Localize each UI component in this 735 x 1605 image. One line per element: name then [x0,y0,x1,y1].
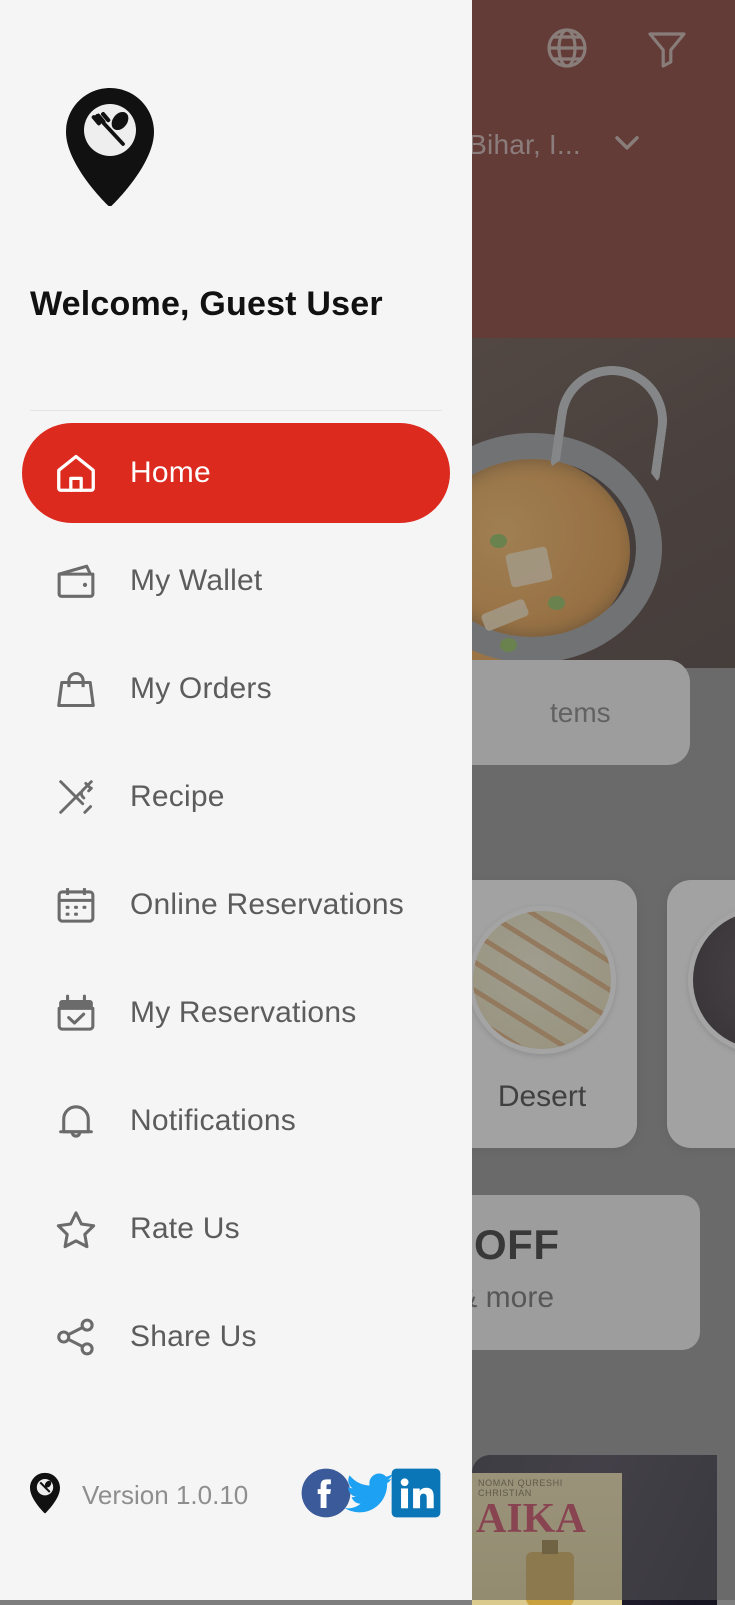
menu-item-label: My Reservations [130,996,357,1029]
wallet-icon [50,558,102,604]
menu-item-my-orders[interactable]: My Orders [22,639,450,739]
menu-item-share-us[interactable]: Share Us [22,1287,450,1387]
menu-item-home[interactable]: Home [22,423,450,523]
menu-item-my-reservations[interactable]: My Reservations [22,963,450,1063]
calendar-icon [50,882,102,928]
navigation-drawer: Welcome, Guest User Home My Wallet My Or… [0,0,472,1600]
menu-item-label: My Wallet [130,564,263,597]
drawer-footer: Version 1.0.10 [0,1467,472,1600]
cutlery-icon [50,774,102,820]
twitter-icon[interactable] [342,1467,396,1524]
welcome-greeting: Welcome, Guest User [30,285,383,323]
menu-item-label: My Orders [130,672,272,705]
drawer-menu: Home My Wallet My Orders Recipe Online R… [0,423,472,1387]
location-pin-restaurant-logo [66,88,154,207]
menu-item-rate-us[interactable]: Rate Us [22,1179,450,1279]
share-icon [50,1314,102,1360]
app-logo [0,0,472,211]
menu-item-my-wallet[interactable]: My Wallet [22,531,450,631]
social-links [300,1467,442,1524]
handbag-icon [50,666,102,712]
menu-item-label: Notifications [130,1104,297,1137]
calendar-check-icon [50,990,102,1036]
menu-item-label: Home [130,456,211,489]
menu-item-notifications[interactable]: Notifications [22,1071,450,1171]
drawer-divider [30,410,442,411]
menu-item-label: Online Reservations [130,888,404,921]
version-text: Version 1.0.10 [82,1480,249,1510]
menu-item-label: Recipe [130,780,225,813]
menu-item-online-reservations[interactable]: Online Reservations [22,855,450,955]
menu-item-label: Share Us [130,1320,257,1353]
menu-item-recipe[interactable]: Recipe [22,747,450,847]
star-icon [50,1206,102,1252]
version-info: Version 1.0.10 [30,1472,248,1519]
location-pin-icon [30,1472,60,1519]
bell-icon [50,1098,102,1144]
linkedin-icon[interactable] [390,1467,442,1524]
home-icon [50,450,102,496]
menu-item-label: Rate Us [130,1212,240,1245]
